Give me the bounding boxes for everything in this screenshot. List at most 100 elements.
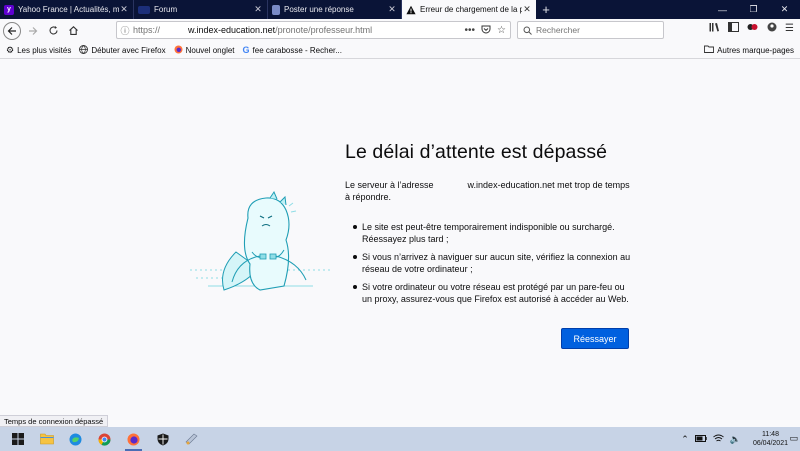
error-title: Le délai d’attente est dépassé	[345, 141, 608, 163]
retry-button[interactable]: Réessayer	[561, 328, 629, 349]
minimize-icon[interactable]: —	[707, 0, 738, 19]
arrow-left-icon	[7, 26, 16, 35]
back-button[interactable]	[3, 21, 21, 40]
error-suggestions: Le site est peut-être temporairement ind…	[353, 221, 633, 311]
bookmark-label: fee carabosse - Recher...	[252, 45, 342, 55]
page-actions-icon[interactable]: •••	[465, 25, 476, 36]
chevron-up-icon[interactable]: ⌃	[681, 434, 689, 445]
error-description: Le serveur à l’adresse w.index-education.…	[345, 179, 635, 203]
url-scheme: https://	[133, 25, 161, 35]
bookmarks-toolbar: ⚙ Les plus visités Débuter avec Firefox …	[0, 42, 800, 59]
account-icon[interactable]	[767, 22, 777, 35]
maximize-icon[interactable]: ❐	[738, 0, 769, 19]
wifi-icon[interactable]	[712, 434, 724, 445]
close-window-icon[interactable]: ✕	[769, 0, 800, 19]
tab-erreur-chargement[interactable]: Erreur de chargement de la page ✕	[402, 0, 536, 19]
url-path: /pronote/professeur.html	[275, 25, 373, 35]
clock-time: 11:48	[761, 431, 779, 438]
other-bookmarks-label: Autres marque-pages	[717, 45, 794, 55]
volume-icon[interactable]: 🔈	[730, 434, 741, 445]
edge-icon	[69, 433, 82, 445]
desc-before: Le serveur à l’adresse	[345, 180, 434, 190]
chrome-icon	[98, 433, 111, 446]
tab-forum[interactable]: Forum ✕	[134, 0, 268, 19]
close-icon[interactable]: ✕	[522, 4, 532, 15]
tab-title: Poster une réponse	[284, 5, 354, 14]
paint-icon	[185, 433, 197, 445]
tab-title: Forum	[154, 5, 178, 14]
url-host: w.index-education.net	[188, 25, 276, 35]
list-item: Si votre ordinateur ou votre réseau est …	[353, 281, 633, 305]
desc-host: w.index-education.net	[467, 180, 555, 190]
bookmark-debuter-firefox[interactable]: Débuter avec Firefox	[79, 44, 166, 56]
arrow-right-icon	[29, 26, 38, 35]
window-controls: — ❐ ✕	[707, 0, 800, 19]
dinosaur-illustration	[190, 190, 330, 291]
firefox-button[interactable]	[119, 427, 148, 451]
reload-button[interactable]	[44, 22, 62, 40]
search-bar[interactable]	[517, 21, 664, 39]
search-input[interactable]	[536, 25, 656, 35]
home-icon	[68, 26, 78, 35]
file-explorer-button[interactable]	[32, 427, 61, 451]
yahoo-icon: y	[4, 4, 14, 15]
security-button[interactable]	[148, 427, 177, 451]
other-bookmarks[interactable]: Autres marque-pages	[704, 45, 794, 55]
clock-date: 06/04/2021	[752, 440, 788, 447]
edge-button[interactable]	[61, 427, 90, 451]
close-icon[interactable]: ✕	[253, 4, 263, 15]
close-icon[interactable]: ✕	[387, 4, 397, 15]
bookmark-plus-visites[interactable]: ⚙ Les plus visités	[6, 45, 71, 56]
list-item: Si vous n’arrivez à naviguer sur aucun s…	[353, 251, 633, 275]
menu-icon[interactable]: ☰	[785, 23, 794, 34]
forum-icon	[272, 4, 280, 15]
firefox-icon	[174, 45, 183, 56]
sidebar-icon[interactable]	[728, 22, 740, 35]
bookmark-nouvel-onglet[interactable]: Nouvel onglet	[174, 45, 235, 56]
tab-poster-reponse[interactable]: Poster une réponse ✕	[268, 0, 402, 19]
reload-icon	[48, 26, 58, 35]
tab-title: Erreur de chargement de la page	[420, 5, 522, 14]
home-button[interactable]	[64, 22, 82, 40]
extension-icon[interactable]	[747, 22, 759, 35]
folder-icon	[39, 433, 54, 445]
google-icon: G	[242, 45, 250, 55]
paint-button[interactable]	[177, 427, 206, 451]
gear-icon: ⚙	[6, 44, 15, 55]
warning-icon	[406, 5, 416, 15]
folder-icon	[704, 45, 715, 55]
info-icon[interactable]: ⓘ	[117, 24, 133, 37]
list-item: Le site est peut-être temporairement ind…	[353, 221, 633, 245]
system-tray: ⌃ 🔈 11:48 06/04/2021	[681, 427, 788, 451]
tab-title: Yahoo France | Actualités, mail et reche…	[18, 5, 119, 14]
clock[interactable]: 11:48 06/04/2021	[753, 430, 788, 448]
bookmark-label: Nouvel onglet	[185, 45, 235, 55]
forum-icon	[138, 5, 150, 14]
url-bar[interactable]: ⓘ https:// w.index-education.net /pronot…	[116, 21, 511, 39]
pocket-icon[interactable]	[481, 24, 491, 37]
battery-icon[interactable]	[694, 434, 707, 444]
search-icon	[523, 26, 532, 35]
shield-icon	[157, 433, 168, 445]
notification-icon[interactable]: ▭	[789, 433, 798, 444]
bookmark-star-icon[interactable]: ☆	[497, 25, 506, 36]
navigation-toolbar: ⓘ https:// w.index-education.net /pronot…	[0, 19, 800, 42]
tab-strip: y Yahoo France | Actualités, mail et rec…	[0, 0, 800, 19]
forward-button[interactable]	[24, 22, 42, 40]
chrome-button[interactable]	[90, 427, 119, 451]
firefox-icon	[127, 433, 140, 445]
error-page: Le délai d’attente est dépassé Le serveu…	[0, 60, 800, 426]
globe-icon	[79, 44, 89, 56]
bookmark-label: Les plus visités	[17, 45, 72, 55]
start-button[interactable]	[3, 427, 32, 451]
taskbar: ⌃ 🔈 11:48 06/04/2021 ▭	[0, 427, 800, 451]
status-bar: Temps de connexion dépassé	[0, 415, 109, 427]
bookmark-label: Débuter avec Firefox	[91, 45, 166, 55]
tab-yahoo[interactable]: y Yahoo France | Actualités, mail et rec…	[0, 0, 134, 19]
toolbar-icons: ☰	[709, 22, 794, 35]
close-icon[interactable]: ✕	[119, 4, 129, 15]
new-tab-button[interactable]: +	[536, 0, 556, 19]
windows-icon	[11, 433, 24, 445]
bookmark-fee-carabosse[interactable]: G fee carabosse - Recher...	[243, 45, 342, 55]
library-icon[interactable]	[709, 22, 720, 35]
